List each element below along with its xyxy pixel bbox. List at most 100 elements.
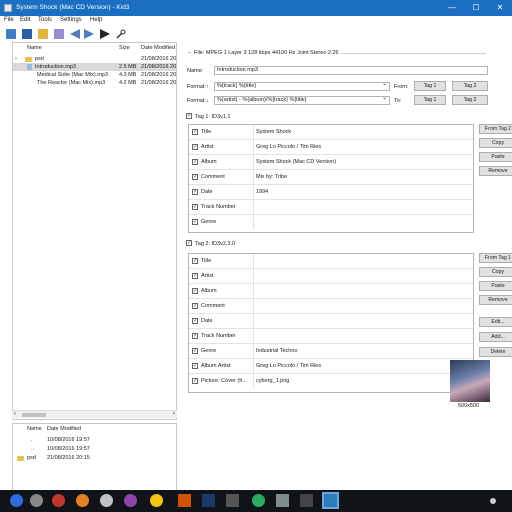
tree-row[interactable]: Medical Suite (Mac Mix).mp3 4.3 MB 21/08…	[13, 71, 176, 79]
tag2-row-genre[interactable]: ✓ Genre Industrial Techno	[189, 344, 473, 359]
tray-icon[interactable]	[490, 498, 496, 504]
start-icon[interactable]	[10, 494, 23, 507]
tag2-remove-button[interactable]: Remove	[479, 295, 512, 305]
tag1-row-album[interactable]: ✓ Album System Shock (Mac CD Version)	[189, 155, 473, 170]
field-value[interactable]: Industrial Techno	[256, 348, 297, 354]
tag1-row-artist[interactable]: ✓ Artist Greg Lo Piccolo / Tim Ries	[189, 140, 473, 155]
expand-chevron-icon[interactable]: ›	[15, 56, 17, 62]
field-checkbox[interactable]: ✓	[192, 348, 198, 354]
edit-frame-button[interactable]: Edit...	[479, 317, 512, 327]
scroll-thumb[interactable]	[22, 413, 46, 417]
menu-file[interactable]: File	[4, 17, 14, 23]
tag2-paste-button[interactable]: Paste	[479, 281, 512, 291]
field-checkbox[interactable]: ✓	[192, 273, 198, 279]
close-button[interactable]: ✕	[488, 0, 512, 16]
scroll-left-icon[interactable]: ‹	[14, 411, 16, 417]
field-value[interactable]: 1994	[256, 189, 268, 195]
tag1-row-title[interactable]: ✓ Title System Shock	[189, 125, 473, 140]
dir-date-header[interactable]: Date Modified	[47, 426, 81, 432]
filename-input[interactable]: Introduction.mp3	[214, 66, 488, 75]
app-purple-icon[interactable]	[124, 494, 137, 507]
field-checkbox[interactable]: ✓	[192, 219, 198, 225]
photoshop-icon[interactable]	[202, 494, 215, 507]
field-checkbox[interactable]: ✓	[192, 333, 198, 339]
settings-wrench-icon[interactable]	[116, 29, 126, 39]
tag1-remove-button[interactable]: Remove	[479, 166, 512, 176]
field-checkbox[interactable]: ✓	[192, 258, 198, 264]
previous-file-icon[interactable]	[70, 29, 80, 39]
next-file-icon[interactable]	[84, 29, 94, 39]
field-value[interactable]: Greg Lo Piccolo / Tim Ries	[256, 144, 321, 150]
search-icon[interactable]	[30, 494, 43, 507]
app-window-icon[interactable]	[226, 494, 239, 507]
revert-icon[interactable]	[38, 29, 48, 39]
menu-help[interactable]: Help	[90, 17, 102, 23]
add-frame-button[interactable]: Add...	[479, 332, 512, 342]
tag1-row-comment[interactable]: ✓ Comment Mix by: Tribe	[189, 170, 473, 185]
column-name-header[interactable]: Name	[27, 45, 42, 51]
tag2-row-album-artist[interactable]: ✓ Album Artist Greg Lo Piccolo / Tim Ries	[189, 359, 473, 374]
field-checkbox[interactable]: ✓	[192, 318, 198, 324]
field-checkbox[interactable]: ✓	[192, 174, 198, 180]
field-checkbox[interactable]: ✓	[192, 288, 198, 294]
collapse-toggle-icon[interactable]: −	[188, 50, 191, 56]
dir-row[interactable]: psd 21/08/2016 20:15	[13, 454, 176, 462]
app-red-icon[interactable]	[52, 494, 65, 507]
tag2-copy-button[interactable]: Copy	[479, 267, 512, 277]
scroll-right-icon[interactable]: ›	[173, 411, 175, 417]
field-checkbox[interactable]: ✓	[192, 303, 198, 309]
tag1-paste-button[interactable]: Paste	[479, 152, 512, 162]
minimize-button[interactable]: —	[440, 0, 464, 16]
tag2-row-comment[interactable]: ✓ Comment	[189, 299, 473, 314]
tag2-row-track[interactable]: ✓ Track Number	[189, 329, 473, 344]
horizontal-scrollbar[interactable]: ‹ ›	[12, 410, 177, 418]
field-checkbox[interactable]: ✓	[192, 363, 198, 369]
field-value[interactable]: Greg Lo Piccolo / Tim Ries	[256, 363, 321, 369]
tag2-collapse-checkbox[interactable]: ✓	[186, 240, 192, 246]
format-to-select[interactable]: %{artist} - %{album}/%{track} %{title}	[214, 96, 390, 105]
menu-edit[interactable]: Edit	[20, 17, 30, 23]
field-checkbox[interactable]: ✓	[192, 378, 198, 384]
field-checkbox[interactable]: ✓	[192, 144, 198, 150]
open-folder-icon[interactable]	[6, 29, 16, 39]
menu-tools[interactable]: Tools	[38, 17, 52, 23]
save-icon[interactable]	[22, 29, 32, 39]
delete-frame-button[interactable]: Delete	[479, 347, 512, 357]
tree-row[interactable]: The Reactor (Mac Mix).mp3 4.2 MB 21/08/2…	[13, 79, 176, 87]
column-size-header[interactable]: Size	[119, 45, 130, 51]
playlist-icon[interactable]	[54, 29, 64, 39]
tag1-row-date[interactable]: ✓ Date 1994	[189, 185, 473, 200]
tag2-row-title[interactable]: ✓ Title	[189, 254, 473, 269]
from-tag2-button[interactable]: Tag 2	[452, 81, 488, 91]
tag1-collapse-checkbox[interactable]: ✓	[186, 113, 192, 119]
tree-row[interactable]: › psd 21/08/2016 20	[13, 55, 176, 63]
tag1-row-track[interactable]: ✓ Track Number	[189, 200, 473, 215]
from-tag1-button[interactable]: Tag 1	[414, 81, 446, 91]
from-tag1-copy-button[interactable]: From Tag 1	[479, 253, 512, 263]
dir-row[interactable]: .. 10/08/2016 19:57	[13, 445, 176, 453]
menu-settings[interactable]: Settings	[60, 17, 82, 23]
tag2-row-picture[interactable]: ✓ Picture: Cover (fr... cyborg_1.png	[189, 374, 473, 389]
tag1-row-genre[interactable]: ✓ Genre	[189, 215, 473, 230]
from-tag2-copy-button[interactable]: From Tag 2	[479, 124, 512, 134]
column-date-header[interactable]: Date Modified	[141, 45, 175, 51]
field-value[interactable]: System Shock (Mac CD Version)	[256, 159, 336, 165]
field-checkbox[interactable]: ✓	[192, 129, 198, 135]
field-checkbox[interactable]: ✓	[192, 159, 198, 165]
field-value[interactable]: Mix by: Tribe	[256, 174, 287, 180]
play-icon[interactable]	[100, 29, 110, 39]
tree-row-selected[interactable]: Introduction.mp3 2.5 MB 21/08/2016 20	[13, 63, 176, 71]
app-tool-icon[interactable]	[276, 494, 289, 507]
tag2-row-album[interactable]: ✓ Album	[189, 284, 473, 299]
cover-art-image[interactable]	[450, 360, 490, 402]
to-tag1-button[interactable]: Tag 1	[414, 95, 446, 105]
to-tag2-button[interactable]: Tag 2	[452, 95, 488, 105]
browser-icon[interactable]	[150, 494, 163, 507]
maximize-button[interactable]: ☐	[464, 0, 488, 16]
kid3-taskbar-icon[interactable]	[322, 492, 339, 509]
tag2-row-artist[interactable]: ✓ Artist	[189, 269, 473, 284]
app-controller-icon[interactable]	[300, 494, 313, 507]
dir-name-header[interactable]: Name	[27, 426, 42, 432]
app-pattern-icon[interactable]	[178, 494, 191, 507]
format-from-select[interactable]: %{track} %{title}	[214, 82, 390, 91]
